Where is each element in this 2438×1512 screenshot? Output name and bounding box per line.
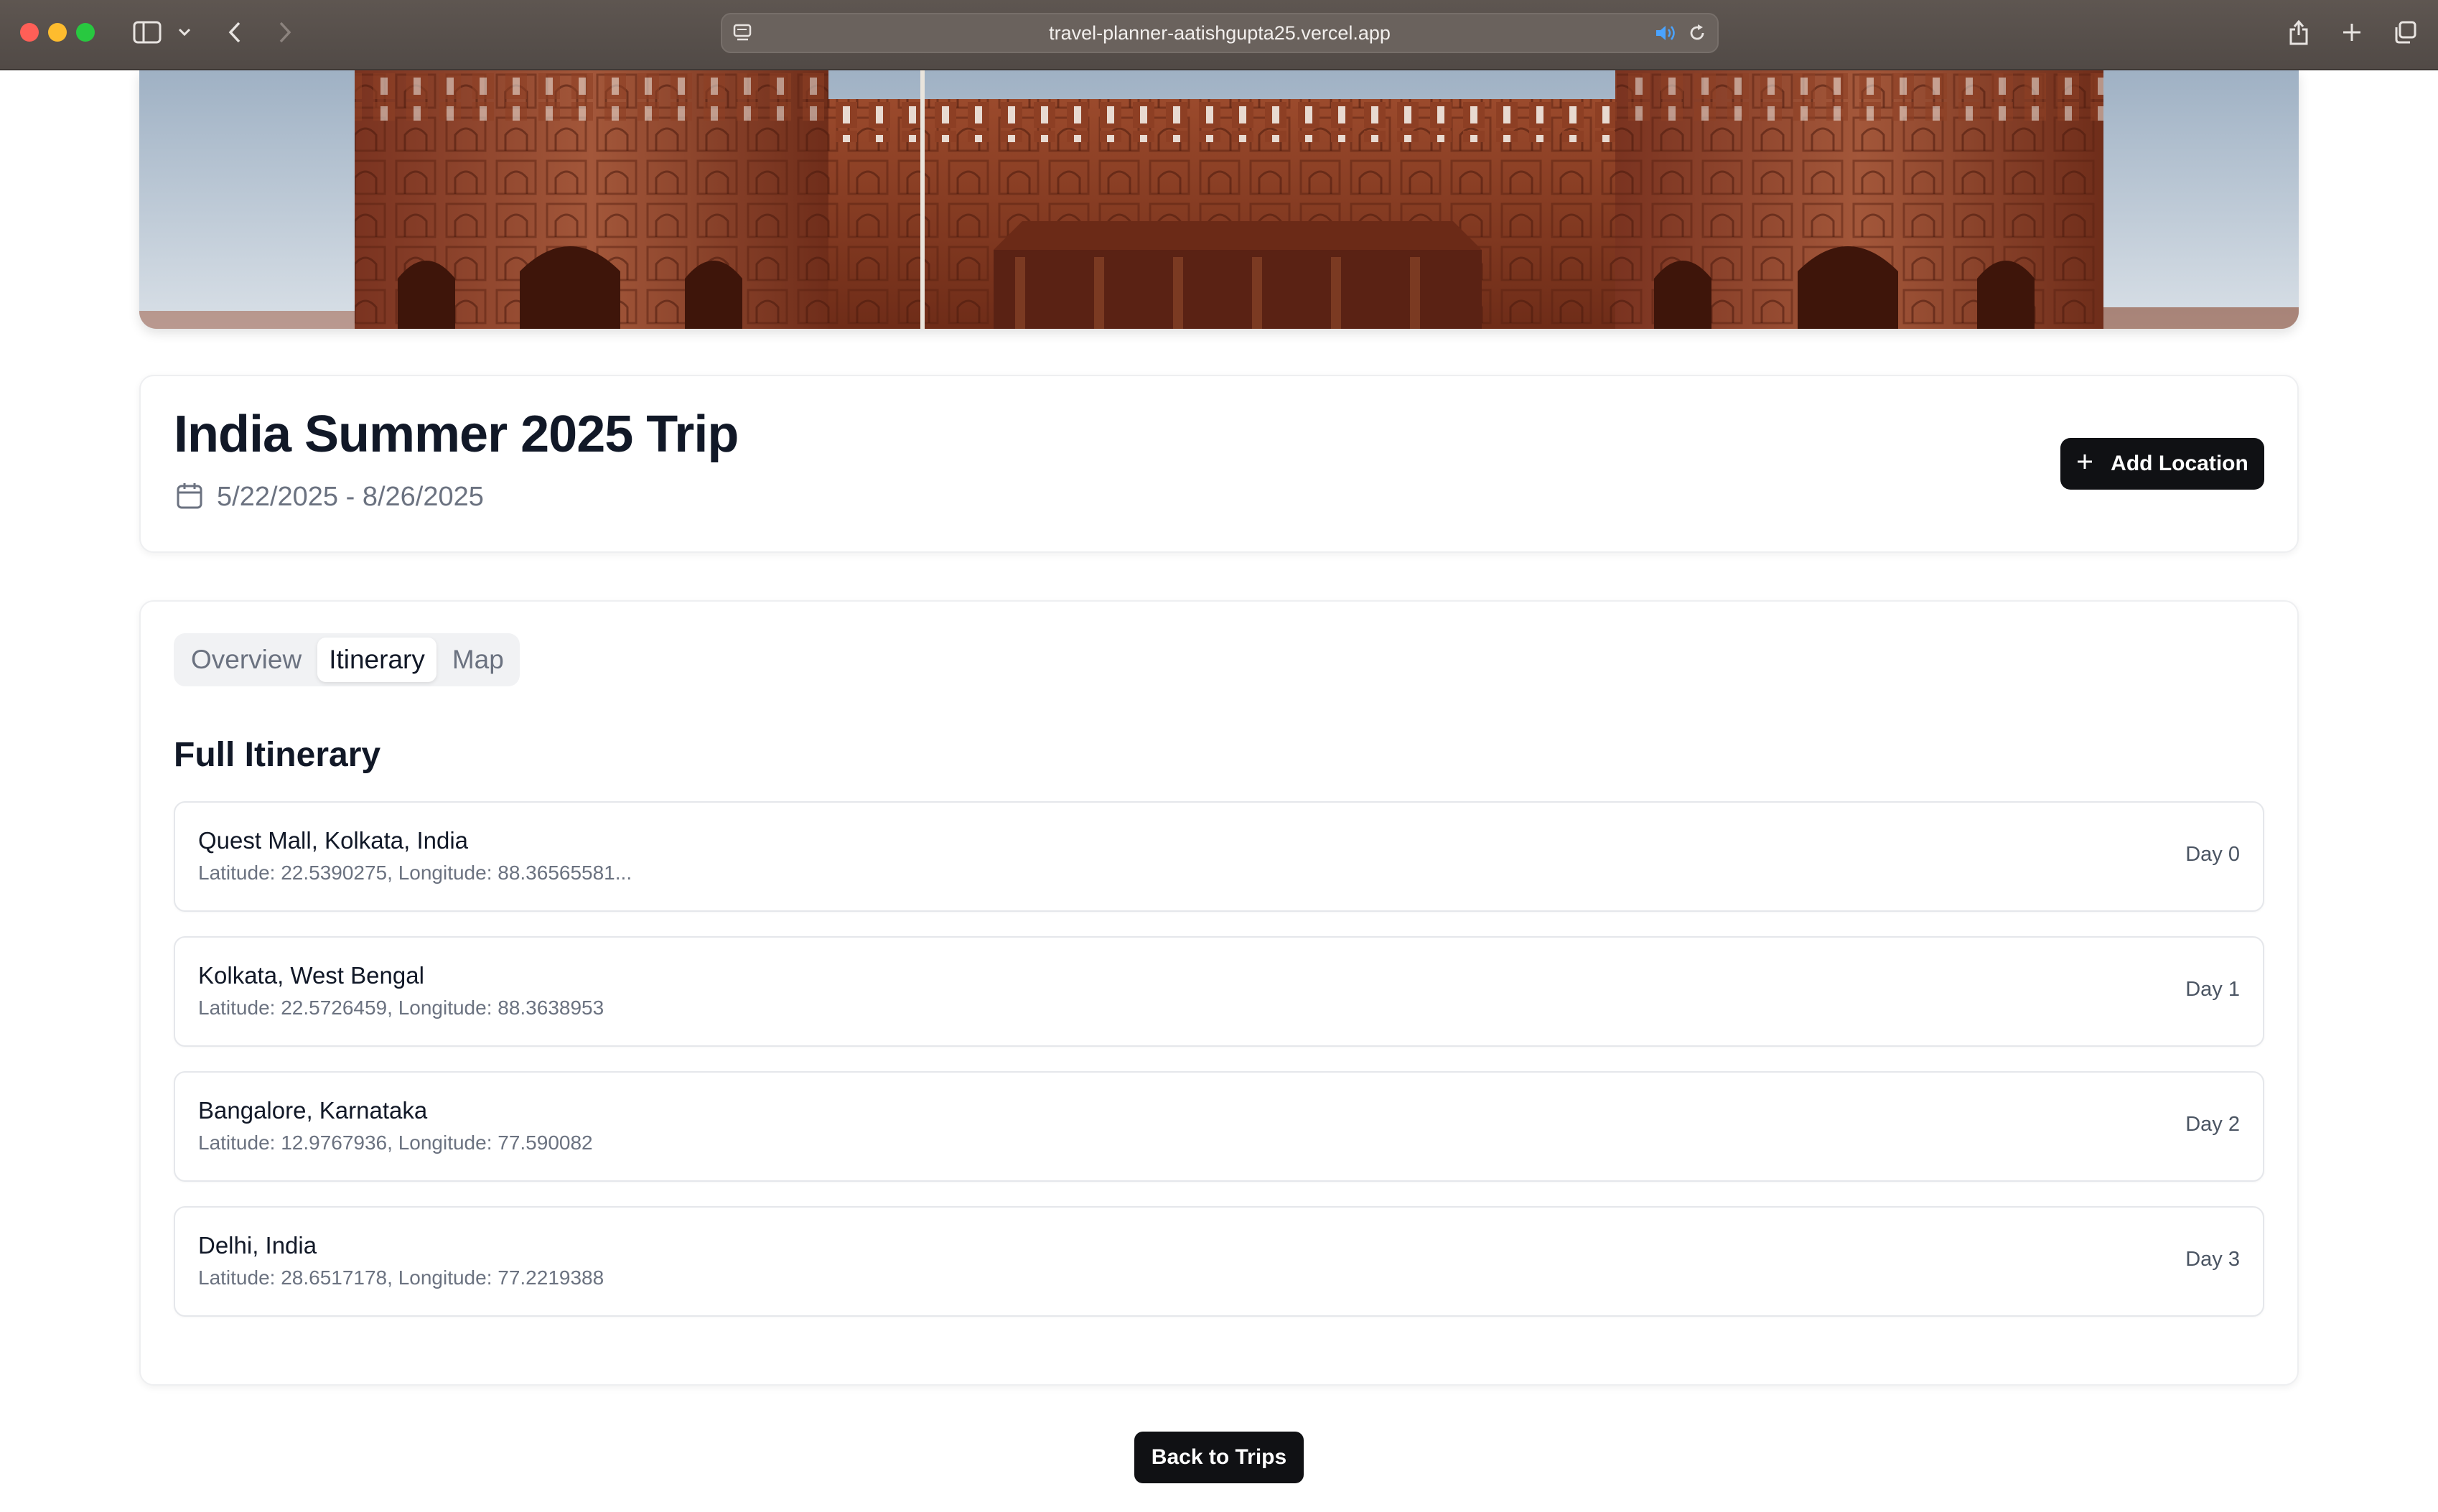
add-location-button[interactable]: Add Location (2060, 438, 2264, 490)
trip-title: India Summer 2025 Trip (174, 406, 739, 463)
day-label: Day 2 (2185, 1113, 2240, 1136)
trip-header-card: India Summer 2025 Trip 5/22/2025 - 8/26/… (139, 375, 2299, 553)
back-arrow-icon[interactable] (223, 16, 247, 49)
tab-list: Overview Itinerary Map (174, 633, 520, 686)
location-coordinates: Latitude: 28.6517178, Longitude: 77.2219… (198, 1266, 604, 1289)
location-coordinates: Latitude: 22.5726459, Longitude: 88.3638… (198, 997, 604, 1019)
location-name: Delhi, India (198, 1232, 317, 1259)
itinerary-item[interactable]: Kolkata, West Bengal Latitude: 22.572645… (174, 936, 2264, 1047)
itinerary-item[interactable]: Bangalore, Karnataka Latitude: 12.976793… (174, 1071, 2264, 1182)
reload-icon[interactable] (1687, 23, 1707, 47)
tab-overview-icon[interactable] (2391, 16, 2419, 49)
location-name: Bangalore, Karnataka (198, 1097, 428, 1124)
day-label: Day 3 (2185, 1248, 2240, 1271)
tab-overview[interactable]: Overview (179, 638, 313, 682)
browser-window: travel-planner-aatishgupta25.vercel.app (0, 0, 2438, 1512)
back-to-trips-button[interactable]: Back to Trips (1134, 1432, 1304, 1483)
new-tab-plus-icon[interactable] (2337, 16, 2366, 49)
trip-cover-image (139, 70, 2299, 329)
forward-arrow-icon[interactable] (273, 16, 297, 49)
location-coordinates: Latitude: 12.9767936, Longitude: 77.5900… (198, 1131, 593, 1154)
day-label: Day 1 (2185, 978, 2240, 1001)
add-location-label: Add Location (2111, 452, 2248, 475)
trip-date-range: 5/22/2025 - 8/26/2025 (175, 481, 484, 513)
itinerary-item[interactable]: Quest Mall, Kolkata, India Latitude: 22.… (174, 801, 2264, 912)
minimize-window-button[interactable] (48, 23, 67, 42)
tab-itinerary[interactable]: Itinerary (317, 638, 436, 682)
audio-playing-icon[interactable] (1654, 23, 1678, 47)
location-coordinates: Latitude: 22.5390275, Longitude: 88.3656… (198, 862, 632, 884)
url-text[interactable]: travel-planner-aatishgupta25.vercel.app (722, 14, 1717, 52)
chevron-down-icon[interactable] (175, 16, 194, 49)
browser-toolbar: travel-planner-aatishgupta25.vercel.app (0, 0, 2438, 70)
location-name: Kolkata, West Bengal (198, 962, 424, 989)
sidebar-toggle-icon[interactable] (131, 16, 164, 49)
plus-icon (2076, 452, 2093, 476)
location-name: Quest Mall, Kolkata, India (198, 827, 469, 854)
fullscreen-window-button[interactable] (76, 23, 95, 42)
itinerary-heading: Full Itinerary (174, 736, 381, 774)
itinerary-item[interactable]: Delhi, India Latitude: 28.6517178, Longi… (174, 1206, 2264, 1317)
day-label: Day 0 (2185, 843, 2240, 866)
calendar-icon (175, 481, 204, 513)
close-window-button[interactable] (20, 23, 39, 42)
address-bar[interactable]: travel-planner-aatishgupta25.vercel.app (721, 13, 1719, 53)
tab-map[interactable]: Map (441, 638, 515, 682)
date-range-text: 5/22/2025 - 8/26/2025 (217, 482, 484, 512)
share-icon[interactable] (2284, 16, 2313, 49)
trip-content-card: Overview Itinerary Map Full Itinerary Qu… (139, 600, 2299, 1386)
